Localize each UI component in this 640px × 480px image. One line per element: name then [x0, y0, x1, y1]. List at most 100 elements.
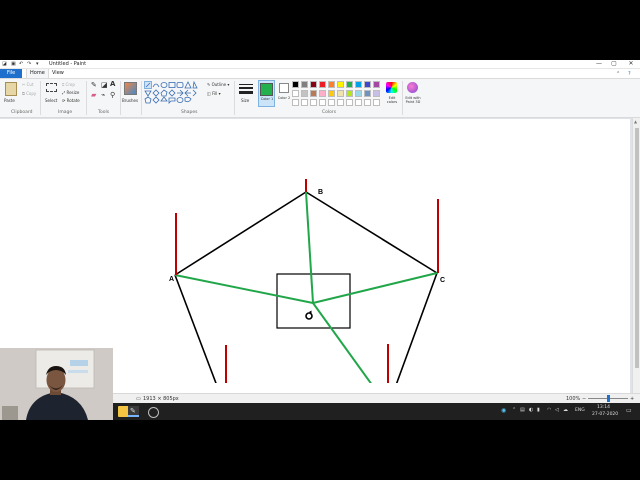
file-menu-tab[interactable]: File: [0, 69, 22, 78]
group-divider: [234, 81, 235, 115]
palette-swatch[interactable]: [292, 90, 299, 97]
tab-home[interactable]: Home: [26, 69, 49, 78]
text-icon[interactable]: A: [110, 81, 115, 88]
palette-swatch[interactable]: [319, 90, 326, 97]
zoom-slider-thumb[interactable]: [607, 395, 610, 402]
fill-dropdown[interactable]: ◫ Fill ▾: [207, 91, 221, 96]
palette-swatch[interactable]: [292, 81, 299, 88]
scroll-up-icon[interactable]: ▲: [634, 119, 637, 124]
close-button[interactable]: ✕: [624, 60, 638, 68]
clock-date[interactable]: 27-07-2020: [592, 412, 618, 417]
palette-swatch[interactable]: [364, 81, 371, 88]
color-palette: [292, 81, 392, 111]
zoom-out-icon[interactable]: −: [582, 396, 586, 402]
brush-icon[interactable]: [124, 82, 137, 95]
custom-color-slot[interactable]: [337, 99, 344, 106]
vertical-scrollbar[interactable]: ▲: [632, 118, 640, 403]
size-icon[interactable]: [239, 82, 253, 96]
custom-color-slot[interactable]: [364, 99, 371, 106]
help-icon[interactable]: ?: [628, 71, 631, 77]
language-indicator[interactable]: ENG: [575, 408, 585, 413]
color-picker-icon[interactable]: ⌁: [101, 92, 105, 99]
people-icon[interactable]: ◉: [501, 407, 506, 414]
maximize-button[interactable]: ▢: [607, 60, 621, 68]
magnifier-icon[interactable]: ⚲: [110, 92, 115, 99]
palette-swatch[interactable]: [337, 90, 344, 97]
paint3d-icon[interactable]: [407, 82, 418, 93]
zoom-in-icon[interactable]: +: [630, 396, 634, 402]
redo-icon[interactable]: ↷: [27, 61, 31, 67]
speaker-icon[interactable]: ◁: [555, 407, 559, 413]
vertical-scroll-thumb[interactable]: [634, 128, 639, 368]
volume-icon[interactable]: ◐: [529, 407, 533, 413]
edit-colors-icon[interactable]: [386, 82, 397, 93]
custom-color-slot[interactable]: [319, 99, 326, 106]
save-icon[interactable]: ▣: [11, 61, 16, 67]
clock-time[interactable]: 13:14: [597, 405, 610, 410]
palette-swatch[interactable]: [355, 90, 362, 97]
color2-button[interactable]: Color 2: [277, 80, 291, 107]
custom-color-slot[interactable]: [301, 99, 308, 106]
edit-with-paint3d-label[interactable]: Edit with Paint 3D: [402, 96, 424, 104]
notifications-icon[interactable]: ▭: [626, 407, 632, 414]
canvas-size-text: 1913 × 805px: [143, 396, 179, 402]
palette-swatch[interactable]: [373, 90, 380, 97]
pentagon-edge-cd: [395, 272, 438, 383]
custom-color-slot[interactable]: [328, 99, 335, 106]
show-hidden-icons[interactable]: ⌃: [512, 407, 516, 413]
palette-swatch[interactable]: [328, 81, 335, 88]
network-icon[interactable]: ▤: [520, 407, 525, 413]
paste-icon[interactable]: [5, 82, 17, 96]
green-line-b: [305, 191, 314, 304]
brushes-label[interactable]: Brushes: [122, 98, 138, 103]
outline-dropdown[interactable]: ✎ Outline ▾: [207, 82, 229, 87]
palette-swatch[interactable]: [364, 90, 371, 97]
palette-swatch[interactable]: [373, 81, 380, 88]
select-label[interactable]: Select: [45, 98, 57, 103]
custom-color-slot[interactable]: [355, 99, 362, 106]
palette-swatch[interactable]: [301, 90, 308, 97]
fill-icon[interactable]: ◪: [101, 82, 108, 89]
crop-button[interactable]: ⌗ Crop: [62, 82, 75, 87]
palette-swatch[interactable]: [301, 81, 308, 88]
resize-button[interactable]: ⤢ Resize: [62, 90, 79, 95]
customize-quick-access-icon[interactable]: ▾: [36, 61, 39, 67]
onedrive-icon[interactable]: ☁: [563, 407, 568, 413]
cut-button[interactable]: ✂ Cut: [22, 82, 34, 87]
palette-swatch[interactable]: [328, 90, 335, 97]
palette-swatch[interactable]: [346, 90, 353, 97]
select-icon[interactable]: [46, 83, 57, 92]
custom-color-slot[interactable]: [373, 99, 380, 106]
palette-swatch[interactable]: [319, 81, 326, 88]
paint-taskbar-icon[interactable]: ✎: [128, 406, 139, 417]
color1-button[interactable]: Color 1: [258, 80, 275, 107]
palette-swatch[interactable]: [310, 90, 317, 97]
minimize-button[interactable]: —: [592, 60, 606, 68]
label-a: A: [169, 276, 174, 283]
tab-view[interactable]: View: [49, 69, 67, 78]
eraser-icon[interactable]: ▰: [91, 92, 96, 99]
zoom-level: 100%: [566, 396, 581, 402]
custom-color-slot[interactable]: [310, 99, 317, 106]
pencil-icon[interactable]: ✎: [91, 82, 97, 89]
wifi-icon[interactable]: ◠: [547, 407, 551, 413]
edit-colors-label[interactable]: Edit colors: [383, 96, 401, 104]
shapes-gallery[interactable]: [144, 81, 204, 105]
fill-label: Fill: [212, 91, 218, 96]
size-label[interactable]: Size: [241, 98, 249, 103]
battery-icon[interactable]: ▮: [537, 407, 540, 413]
palette-swatch[interactable]: [337, 81, 344, 88]
collapse-ribbon-icon[interactable]: ⌃: [616, 71, 620, 77]
copy-button[interactable]: ⧉ Copy: [22, 91, 36, 96]
palette-swatch[interactable]: [310, 81, 317, 88]
custom-color-slot[interactable]: [346, 99, 353, 106]
ribbon: Paste ✂ Cut ⧉ Copy Clipboard Select ⌗ Cr…: [0, 79, 640, 118]
group-divider: [141, 81, 142, 115]
palette-swatch[interactable]: [355, 81, 362, 88]
palette-swatch[interactable]: [346, 81, 353, 88]
paste-label[interactable]: Paste: [4, 98, 15, 103]
rotate-button[interactable]: ⟳ Rotate: [62, 98, 80, 103]
custom-color-slot[interactable]: [292, 99, 299, 106]
undo-icon[interactable]: ↶: [19, 61, 23, 67]
camera-app-icon[interactable]: [148, 407, 159, 418]
